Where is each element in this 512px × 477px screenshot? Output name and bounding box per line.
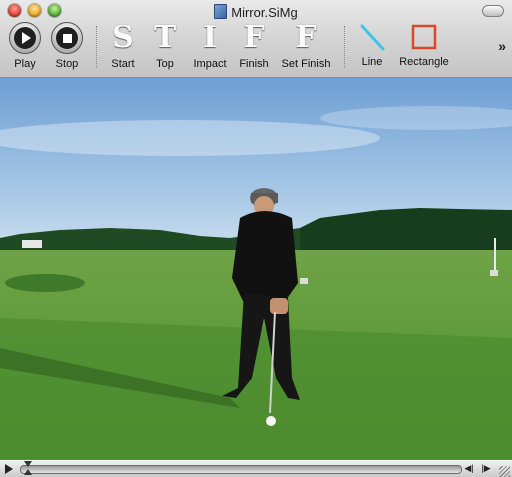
impact-label: Impact: [193, 58, 227, 70]
step-back-button[interactable]: ◀|: [463, 463, 475, 474]
scrub-bar[interactable]: [20, 465, 462, 474]
window-title: Mirror.SiMg: [0, 4, 512, 20]
video-frame[interactable]: [0, 78, 512, 459]
movie-controller: ◀| |▶: [0, 459, 512, 477]
rectangle-tool-button[interactable]: Rectangle: [396, 22, 452, 68]
toolbar-separator: [96, 26, 97, 68]
play-label: Play: [14, 58, 36, 70]
start-s-icon: S: [112, 20, 134, 55]
top-label: Top: [156, 58, 174, 70]
start-label: Start: [111, 58, 135, 70]
finish-f-icon: F: [243, 20, 265, 55]
title-toolbar: Mirror.SiMg Play Stop S Start T Top I Im…: [0, 0, 512, 78]
set-finish-button[interactable]: F Set Finish: [278, 20, 334, 71]
line-tool-button[interactable]: Line: [354, 22, 390, 68]
controller-play-icon[interactable]: [5, 464, 13, 474]
stop-button[interactable]: Stop: [48, 22, 86, 70]
toolbar-separator-2: [344, 26, 345, 68]
step-forward-button[interactable]: |▶: [480, 463, 492, 474]
playhead[interactable]: [24, 461, 33, 475]
document-icon: [214, 4, 228, 19]
finish-label: Finish: [239, 58, 269, 70]
start-button[interactable]: S Start: [104, 20, 142, 71]
toolbar-overflow-button[interactable]: »: [498, 38, 506, 54]
top-t-icon: T: [153, 20, 177, 55]
golf-swing-video: [0, 78, 512, 459]
app-window: Mirror.SiMg Play Stop S Start T Top I Im…: [0, 0, 512, 477]
stop-icon: [51, 22, 83, 54]
rectangle-label: Rectangle: [399, 56, 449, 68]
toolbar-toggle-button[interactable]: [482, 5, 504, 17]
play-button[interactable]: Play: [6, 22, 44, 70]
impact-i-icon: I: [202, 20, 218, 55]
play-icon: [9, 22, 41, 54]
line-icon: [360, 24, 385, 51]
set-finish-label: Set Finish: [281, 58, 331, 70]
stop-label: Stop: [55, 58, 79, 70]
finish-button[interactable]: F Finish: [236, 20, 272, 71]
line-label: Line: [361, 56, 383, 68]
top-button[interactable]: T Top: [146, 20, 184, 71]
set-finish-f-icon: F: [295, 20, 317, 55]
window-title-text: Mirror.SiMg: [231, 5, 298, 20]
impact-button[interactable]: I Impact: [188, 20, 232, 71]
rectangle-icon: [411, 24, 437, 50]
resize-grip[interactable]: [499, 466, 510, 477]
